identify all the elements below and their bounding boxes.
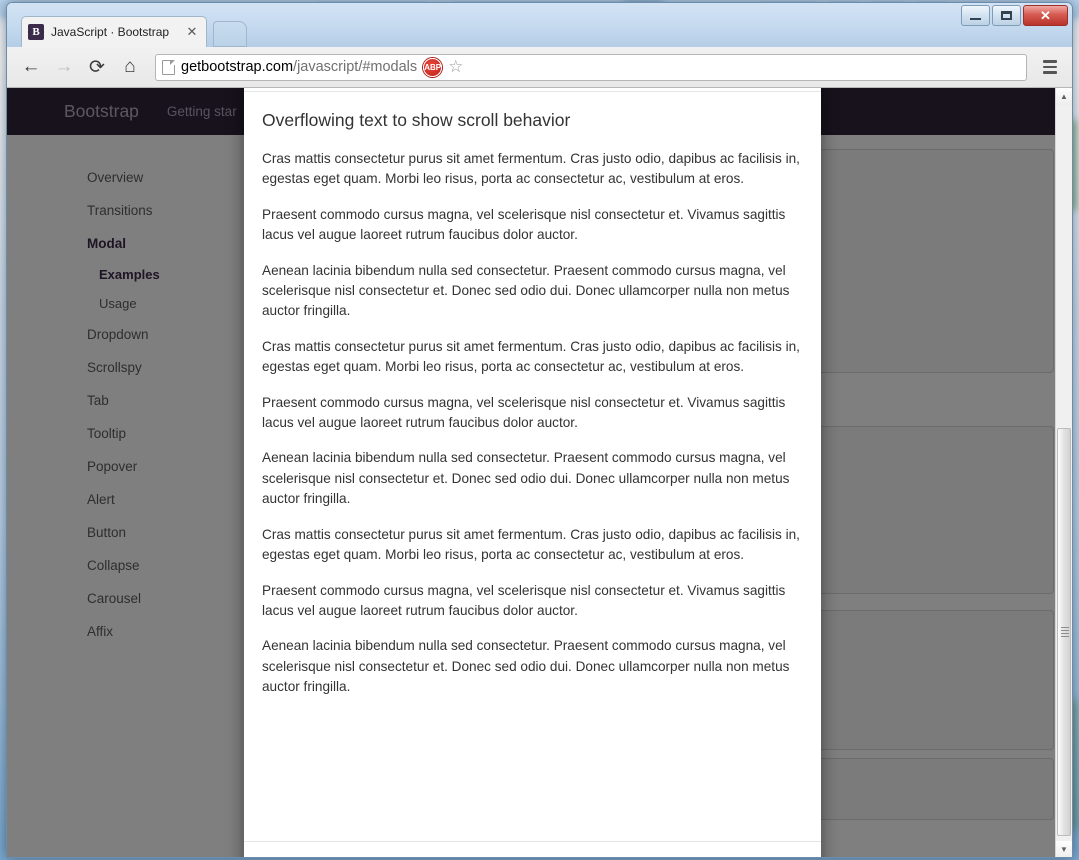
tab-title: JavaScript · Bootstrap [51, 25, 170, 39]
modal-paragraph: Praesent commodo cursus magna, vel scele… [262, 394, 786, 431]
modal-paragraph: Cras mattis consectetur purus sit amet f… [262, 526, 800, 563]
adblock-plus-icon[interactable]: ABP [423, 57, 443, 77]
new-tab-button[interactable] [213, 21, 247, 47]
browser-tab[interactable]: B JavaScript · Bootstrap ✕ [21, 16, 207, 47]
page-viewport: Bootstrap Getting star Overview Transiti… [7, 88, 1072, 858]
address-bar[interactable]: getbootstrap.com/javascript/#modals ABP … [155, 53, 1027, 81]
bookmark-star-icon[interactable]: ☆ [448, 57, 463, 77]
modal-title: Overflowing text to show scroll behavior [262, 110, 571, 130]
scrollbar-grip-icon [1061, 627, 1069, 637]
maximize-button[interactable] [992, 5, 1021, 26]
chrome-menu-icon[interactable] [1038, 54, 1062, 80]
modal-paragraph: Praesent commodo cursus magna, vel scele… [262, 206, 786, 243]
browser-toolbar: ← → ⟳ ⌂ getbootstrap.com/javascript/#mod… [7, 47, 1072, 88]
minimize-icon [970, 18, 981, 20]
home-button[interactable]: ⌂ [116, 53, 144, 81]
modal-dialog: Overflowing text to show scroll behavior… [244, 88, 821, 857]
scroll-up-arrow-icon[interactable]: ▲ [1056, 88, 1072, 105]
browser-window: B JavaScript · Bootstrap ✕ ✕ ← → ⟳ ⌂ get… [6, 2, 1073, 858]
modal-paragraph: Praesent commodo cursus magna, vel scele… [262, 582, 786, 618]
reload-button[interactable]: ⟳ [83, 53, 111, 81]
window-bottom-edge [7, 857, 1072, 858]
url-host: getbootstrap.com [181, 59, 294, 75]
modal-paragraph: Aenean lacinia bibendum nulla sed consec… [262, 638, 790, 695]
page-document-icon [162, 59, 175, 75]
window-controls: ✕ [961, 5, 1068, 26]
tab-strip: B JavaScript · Bootstrap ✕ ✕ [7, 3, 1072, 47]
modal-paragraph: Cras mattis consectetur purus sit amet f… [262, 338, 800, 375]
bootstrap-favicon-icon: B [28, 24, 44, 40]
modal-footer: Close Save changes [244, 841, 821, 857]
modal-paragraph: Cras mattis consectetur purus sit amet f… [262, 151, 800, 187]
url-path: /javascript/#modals [293, 59, 418, 75]
page-scrollbar[interactable]: ▲ ▼ [1055, 88, 1072, 857]
modal-paragraph: Aenean lacinia bibendum nulla sed consec… [262, 262, 790, 319]
back-button[interactable]: ← [17, 53, 45, 81]
modal-paragraph: Aenean lacinia bibendum nulla sed consec… [262, 450, 790, 507]
url-text: getbootstrap.com/javascript/#modals [181, 59, 417, 75]
modal-body: Overflowing text to show scroll behavior… [244, 92, 821, 841]
close-window-button[interactable]: ✕ [1023, 5, 1068, 26]
tab-close-icon[interactable]: ✕ [184, 24, 200, 40]
maximize-icon [1001, 11, 1012, 20]
scrollbar-thumb[interactable] [1057, 428, 1071, 836]
minimize-button[interactable] [961, 5, 990, 26]
forward-button[interactable]: → [50, 53, 78, 81]
scroll-down-arrow-icon[interactable]: ▼ [1056, 841, 1072, 857]
